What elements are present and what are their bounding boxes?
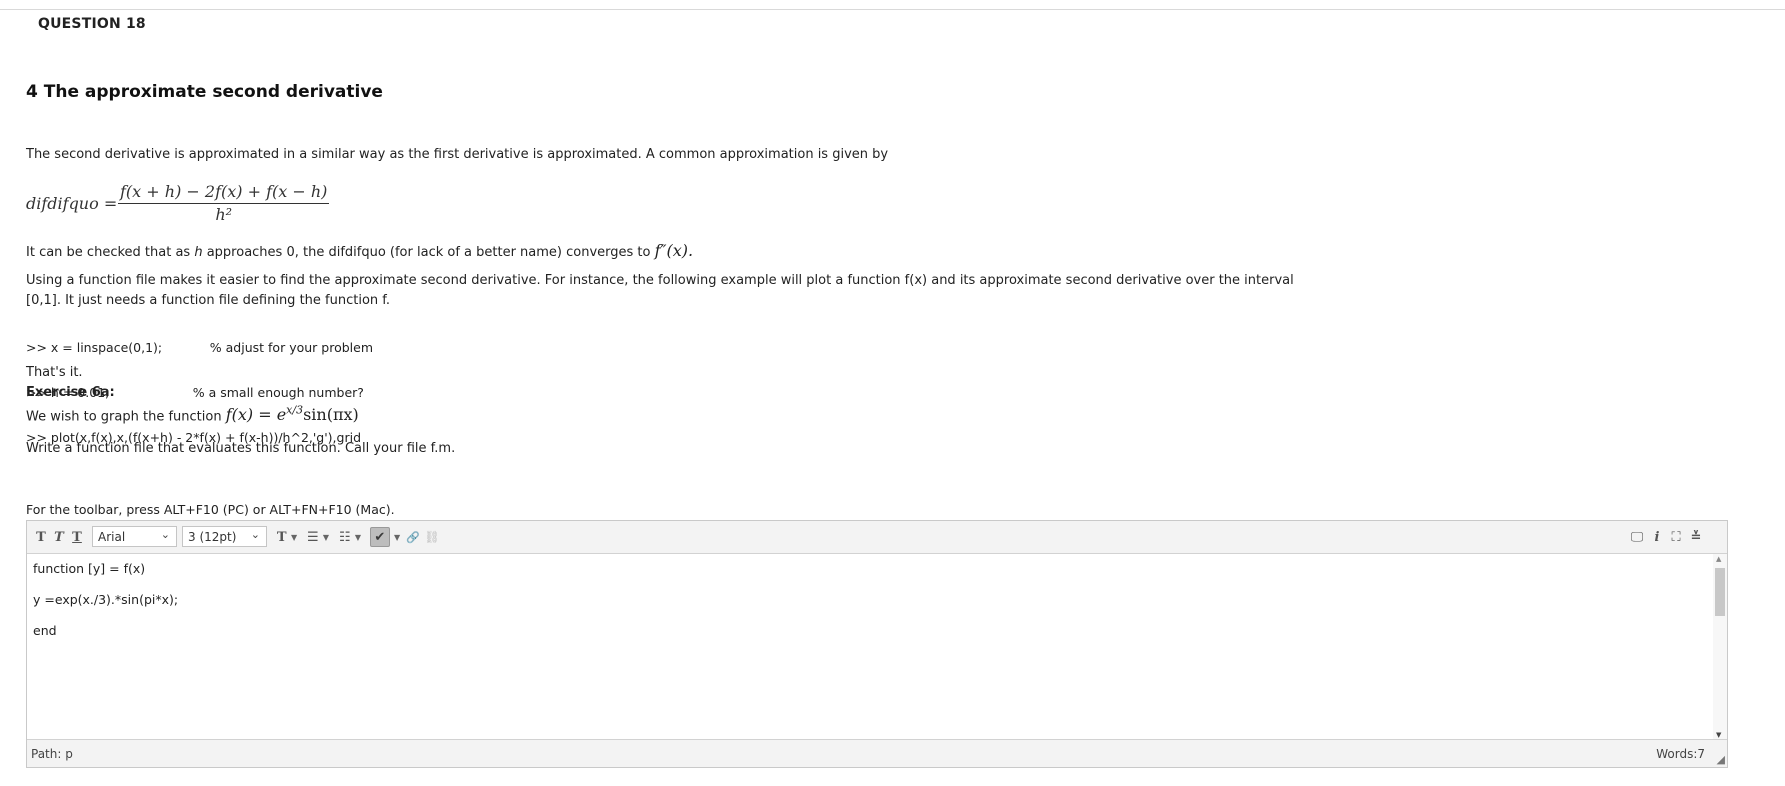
convergence-text: It can be checked that as h approaches 0… (26, 241, 694, 261)
using-text-2: [0,1]. It just needs a function file def… (26, 293, 391, 308)
chevron-down-icon: ⌄ (160, 528, 170, 541)
exercise-title: Exercise 6a: (26, 385, 115, 400)
thats-it-text: That's it. (26, 365, 83, 380)
formula-denominator: h² (215, 205, 233, 224)
link-icon: 🔗 (406, 530, 420, 544)
rich-text-editor: T T T Arial ⌄ 3 (12pt) ⌄ T ▼ ☰ ▼ ☷ ▼ ✔ ▼ 🔗… (26, 520, 1728, 768)
editor-line: y =exp(x./3).*sin(pi*x); (33, 592, 179, 607)
spellcheck-icon: ✔ (369, 527, 390, 547)
editor-scrollbar[interactable]: ▲ ▼ (1713, 554, 1727, 739)
editor-line: end (33, 623, 57, 638)
fullscreen-icon: ⛶ (1671, 529, 1681, 545)
exercise-text: We wish to graph the function f(x) = ex/… (26, 404, 359, 425)
link-button[interactable]: 🔗 (405, 527, 421, 547)
intro-text: The second derivative is approximated in… (26, 147, 889, 162)
font-size-select[interactable]: 3 (12pt) ⌄ (182, 526, 267, 547)
code-line: >> x = linspace(0,1); % adjust for your … (26, 340, 373, 355)
write-instruction: Write a function file that evaluates thi… (26, 441, 456, 456)
section-heading: 4 The approximate second derivative (26, 82, 383, 102)
text-color-button[interactable]: T ▼ (273, 527, 301, 547)
double-chevron-icon: ≚ (1690, 529, 1702, 545)
spellcheck-button[interactable]: ✔ ▼ (369, 527, 401, 547)
preview-button[interactable]: 🖵 (1627, 527, 1647, 547)
element-path: Path: p (31, 747, 73, 761)
editor-line: function [y] = f(x) (33, 561, 146, 576)
exercise-function: f(x) = ex/3sin(πx) (225, 404, 359, 425)
chevron-down-icon: ⌄ (250, 528, 260, 541)
monitor-icon: 🖵 (1630, 529, 1644, 545)
bullet-list-button[interactable]: ☰ ▼ (303, 527, 333, 547)
question-label: QUESTION 18 (38, 16, 146, 32)
editor-statusbar: Path: p Words:7 ◢ (27, 739, 1727, 767)
info-button[interactable]: i (1649, 527, 1665, 547)
formula-numerator: f(x + h) − 2f(x) + f(x − h) (118, 182, 330, 204)
collapse-toolbar-button[interactable]: ≚ (1687, 527, 1705, 547)
formula-fraction: f(x + h) − 2f(x) + f(x − h) h² (118, 182, 330, 224)
bold-button[interactable]: T (33, 527, 49, 547)
toolbar-hint: For the toolbar, press ALT+F10 (PC) or A… (26, 502, 395, 517)
editor-toolbar: T T T Arial ⌄ 3 (12pt) ⌄ T ▼ ☰ ▼ ☷ ▼ ✔ ▼ 🔗… (27, 521, 1727, 554)
unlink-button[interactable]: ⛓ (423, 527, 441, 547)
formula-lhs: difdifquo = (26, 194, 118, 213)
resize-handle-icon[interactable]: ◢ (1717, 753, 1725, 766)
using-text: Using a function file makes it easier to… (26, 273, 1294, 288)
scroll-down-icon[interactable]: ▼ (1716, 731, 1721, 739)
word-count: Words:7 (1656, 747, 1705, 761)
font-family-select[interactable]: Arial ⌄ (92, 526, 177, 547)
italic-button[interactable]: T (51, 527, 67, 547)
scroll-up-icon[interactable]: ▲ (1716, 555, 1721, 563)
info-icon: i (1654, 529, 1660, 545)
second-derivative-notation: f″(x). (654, 241, 694, 260)
unlink-icon: ⛓ (424, 530, 440, 544)
scrollbar-thumb[interactable] (1715, 568, 1725, 616)
fullscreen-button[interactable]: ⛶ (1667, 527, 1685, 547)
numbered-list-button[interactable]: ☷ ▼ (335, 527, 365, 547)
top-divider (0, 9, 1785, 10)
underline-button[interactable]: T (69, 527, 85, 547)
editor-text-area[interactable]: function [y] = f(x) y =exp(x./3).*sin(pi… (27, 554, 1712, 739)
